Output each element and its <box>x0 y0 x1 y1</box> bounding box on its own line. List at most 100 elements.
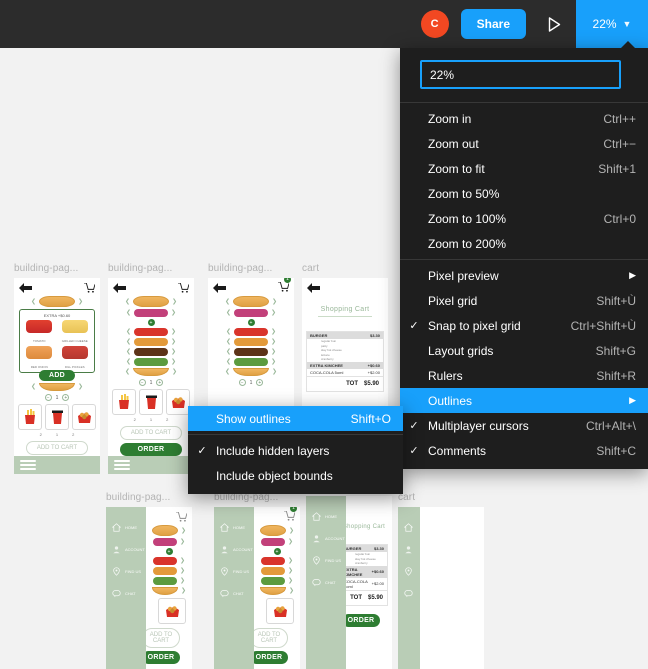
chevron-right-icon[interactable]: ❯ <box>271 310 276 316</box>
menu-item-zoom-out[interactable]: Zoom out Ctrl+− <box>400 131 648 156</box>
canvas-frame[interactable]: cart <box>398 492 484 669</box>
chevron-left-icon[interactable]: ❮ <box>126 339 131 345</box>
chevron-right-icon[interactable]: ❯ <box>180 539 185 545</box>
frame-thumbnail[interactable]: Shopping Cart BURGER $3.30 regular bun s… <box>306 496 392 669</box>
canvas-frame[interactable]: Shopping Cart BURGER $3.30 regular bun s… <box>306 492 392 669</box>
add-to-cart-button[interactable]: ADD TO CART <box>250 628 288 648</box>
add-to-cart-button[interactable]: ADD TO CART <box>142 628 180 648</box>
menu-item-snap-to-pixel-grid[interactable]: ✓ Snap to pixel grid Ctrl+Shift+Ù <box>400 313 648 338</box>
chevron-right-icon[interactable]: ❯ <box>271 339 276 345</box>
present-button[interactable] <box>538 8 570 40</box>
add-to-cart-button[interactable]: ADD TO CART <box>120 426 182 440</box>
order-button[interactable]: ORDER <box>120 443 182 456</box>
side-fries[interactable] <box>112 389 136 415</box>
menu-item-pixel-preview[interactable]: Pixel preview ▶ <box>400 263 648 288</box>
drawer-item-account[interactable]: ACCOUNT <box>220 545 254 554</box>
add-button[interactable]: ADD <box>38 370 76 381</box>
drawer-item-home[interactable] <box>404 523 420 532</box>
chevron-right-icon[interactable]: ❯ <box>272 369 277 375</box>
canvas-frame[interactable]: building-pag... 1 ❯ ❯ + ❯ ❯ ❯ ❯ ADD TO C… <box>214 492 300 669</box>
menu-item-zoom-to-100[interactable]: Zoom to 100% Ctrl+0 <box>400 206 648 231</box>
menu-item-zoom-to-200[interactable]: Zoom to 200% <box>400 231 648 256</box>
submenu-item-include-object-bounds[interactable]: Include object bounds <box>188 463 403 488</box>
chevron-right-icon[interactable]: ❯ <box>289 528 294 534</box>
outlines-submenu[interactable]: Show outlines Shift+O ✓ Include hidden laye… <box>188 406 403 494</box>
quantity-stepper[interactable]: − 1 + <box>108 379 194 386</box>
zoom-dropdown-menu[interactable]: Zoom in Ctrl++ Zoom out Ctrl+− Zoom to fit Sh… <box>400 41 648 469</box>
quantity-stepper[interactable]: − 1 + <box>14 394 100 401</box>
chevron-right-icon[interactable]: ❯ <box>180 568 185 574</box>
ingredient-cell[interactable]: DILL PICKLES <box>59 346 92 369</box>
cart-with-badge[interactable]: 1 <box>278 278 291 297</box>
chevron-right-icon[interactable]: ❯ <box>171 310 176 316</box>
avatar[interactable]: C <box>420 10 449 38</box>
chevron-right-icon[interactable]: ❯ <box>288 558 293 564</box>
drawer-item-find-us[interactable]: FIND US <box>112 567 146 576</box>
menu-item-comments[interactable]: ✓ Comments Shift+C <box>400 438 648 463</box>
minus-icon[interactable]: − <box>44 394 52 401</box>
menu-item-pixel-grid[interactable]: Pixel grid Shift+Ù <box>400 288 648 313</box>
minus-icon[interactable]: − <box>238 379 246 386</box>
side-drink[interactable] <box>139 389 163 415</box>
navigation-drawer[interactable]: HOME ACCOUNT FIND US CHAT <box>106 507 146 669</box>
chevron-right-icon[interactable]: ❯ <box>271 329 276 335</box>
chevron-left-icon[interactable]: ❮ <box>226 310 231 316</box>
drawer-item-chat[interactable] <box>404 589 420 598</box>
chevron-right-icon[interactable]: ❯ <box>171 329 176 335</box>
canvas-frame[interactable]: building-pag... ❯ ❯ + ❯ ❯ ❯ ❯ ADD TO CAR… <box>106 492 192 669</box>
zoom-input[interactable] <box>420 60 621 89</box>
frame-thumbnail[interactable]: ❮ ❯ ❮ ❯ + ❮ ❯ ❮ ❯ ❮ ❯ ❮ ❯ ❮ ❯ − 1 + 2 1 … <box>108 278 194 474</box>
navigation-drawer[interactable]: HOME ACCOUNT FIND US CHAT <box>306 496 346 669</box>
side-drink[interactable] <box>45 404 69 430</box>
chevron-left-icon[interactable]: ❮ <box>126 329 131 335</box>
drawer-item-chat[interactable]: CHAT <box>312 578 346 587</box>
chevron-right-icon[interactable]: ❯ <box>180 578 185 584</box>
menu-item-outlines[interactable]: Outlines ▶ <box>400 388 648 413</box>
chevron-right-icon[interactable]: ❯ <box>180 558 185 564</box>
chevron-left-icon[interactable]: ❮ <box>126 349 131 355</box>
drawer-item-home[interactable]: HOME <box>312 512 346 521</box>
chevron-right-icon[interactable]: ❯ <box>181 528 186 534</box>
share-button[interactable]: Share <box>460 9 526 39</box>
drawer-item-find-us[interactable]: FIND US <box>312 556 346 565</box>
order-button[interactable]: ORDER <box>142 651 180 664</box>
chevron-left-icon[interactable]: ❮ <box>226 349 231 355</box>
chevron-right-icon[interactable]: ❯ <box>181 588 186 594</box>
chevron-right-icon[interactable]: ❯ <box>288 539 293 545</box>
menu-item-zoom-to-50[interactable]: Zoom to 50% <box>400 181 648 206</box>
menu-item-layout-grids[interactable]: Layout grids Shift+G <box>400 338 648 363</box>
canvas-frame[interactable]: building-pag... ❮ ❯ EXTRA +$0.60 TOMATO … <box>14 263 100 474</box>
navigation-drawer[interactable] <box>398 507 420 669</box>
canvas-frame[interactable]: building-pag... ❮ ❯ ❮ ❯ + ❮ ❯ ❮ ❯ ❮ ❯ ❮ … <box>108 263 194 474</box>
chevron-right-icon[interactable]: ❯ <box>78 299 83 305</box>
ingredient-cell[interactable]: GRILLED CHEESE <box>59 320 92 343</box>
add-layer-icon[interactable]: + <box>165 548 173 555</box>
menu-item-zoom-in[interactable]: Zoom in Ctrl++ <box>400 106 648 131</box>
chevron-right-icon[interactable]: ❯ <box>78 384 83 390</box>
hamburger-menu-icon[interactable] <box>20 460 36 470</box>
chevron-left-icon[interactable]: ❮ <box>225 369 230 375</box>
chevron-left-icon[interactable]: ❮ <box>125 369 130 375</box>
ingredient-cell[interactable]: TOMATO <box>23 320 56 343</box>
minus-icon[interactable]: − <box>138 379 146 386</box>
chevron-right-icon[interactable]: ❯ <box>271 359 276 365</box>
drawer-item-account[interactable]: ACCOUNT <box>312 534 346 543</box>
add-layer-icon[interactable]: + <box>147 319 155 326</box>
plus-icon[interactable]: + <box>62 394 70 401</box>
chevron-right-icon[interactable]: ❯ <box>171 359 176 365</box>
add-layer-icon[interactable]: + <box>273 548 281 555</box>
side-fries[interactable] <box>18 404 42 430</box>
drawer-item-home[interactable]: HOME <box>112 523 146 532</box>
menu-item-rulers[interactable]: Rulers Shift+R <box>400 363 648 388</box>
chevron-right-icon[interactable]: ❯ <box>171 339 176 345</box>
chevron-right-icon[interactable]: ❯ <box>272 299 277 305</box>
ingredient-cell[interactable]: RED ONION <box>23 346 56 369</box>
frame-thumbnail[interactable] <box>398 507 484 669</box>
menu-item-zoom-to-fit[interactable]: Zoom to fit Shift+1 <box>400 156 648 181</box>
plus-icon[interactable]: + <box>156 379 164 386</box>
plus-icon[interactable]: + <box>256 379 264 386</box>
drawer-item-chat[interactable]: CHAT <box>112 589 146 598</box>
sides-quantity-row[interactable]: 2 1 2 <box>14 432 100 437</box>
side-nuggets[interactable] <box>72 404 96 430</box>
frame-thumbnail[interactable]: 1 ❯ ❯ + ❯ ❯ ❯ ❯ ADD TO CART ORDER HOME A… <box>214 507 300 669</box>
